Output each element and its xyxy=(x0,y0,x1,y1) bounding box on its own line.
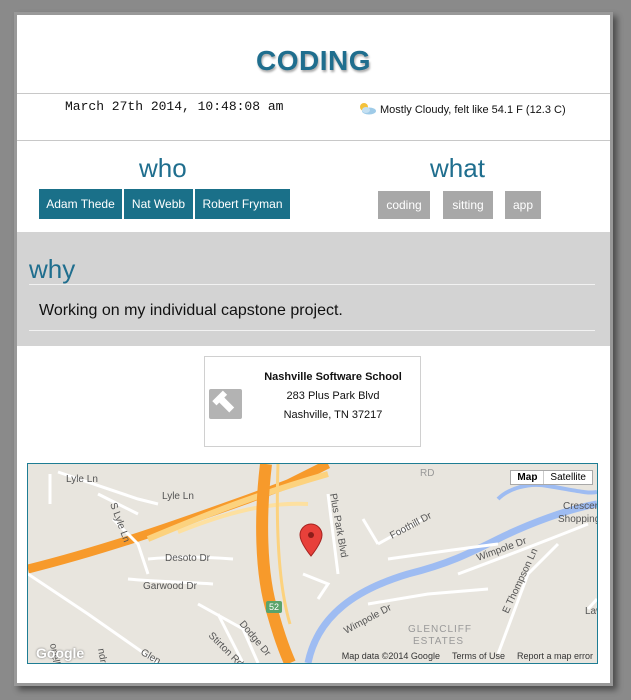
map-label-desoto-dr: Desoto Dr xyxy=(165,553,211,564)
divider xyxy=(17,93,610,94)
location-address: Nashville Software School 283 Plus Park … xyxy=(253,368,413,425)
location-card: Nashville Software School 283 Plus Park … xyxy=(204,356,421,447)
person-button[interactable]: Robert Fryman xyxy=(195,189,290,219)
why-heading: why xyxy=(29,254,76,284)
map-label-shopping-ce: Shopping Ce xyxy=(558,514,597,525)
map-label-garwood-dr: Garwood Dr xyxy=(143,581,198,592)
who-heading: who xyxy=(139,153,187,183)
map[interactable]: 52 Lyle Ln Lyle Ln S Lyle Ln Desoto Dr G… xyxy=(27,463,598,664)
location-street: 283 Plus Park Blvd xyxy=(286,390,380,402)
map-type-satellite-button[interactable]: Satellite xyxy=(544,471,592,484)
map-type-map-button[interactable]: Map xyxy=(511,471,545,484)
divider xyxy=(17,140,610,141)
map-footer: Map data ©2014 Google Terms of Use Repor… xyxy=(342,651,593,661)
tag-button[interactable]: app xyxy=(505,191,541,219)
tag-button[interactable]: coding xyxy=(378,191,430,219)
person-button[interactable]: Nat Webb xyxy=(124,189,193,219)
location-name: Nashville Software School xyxy=(264,371,402,383)
tag-button[interactable]: sitting xyxy=(443,191,493,219)
weather-text: Mostly Cloudy, felt like 54.1 F (12.3 C) xyxy=(380,103,566,116)
hammer-icon xyxy=(209,389,242,419)
checkin-card: CODING March 27th 2014, 10:48:08 am Most… xyxy=(14,12,613,686)
partly-cloudy-icon xyxy=(357,101,377,118)
map-data-text: Map data ©2014 Google xyxy=(341,651,440,661)
map-label-lyle-ln-2: Lyle Ln xyxy=(162,491,194,502)
map-label-crescent-pl: Crescent Pl xyxy=(563,501,597,512)
map-label-lyle-ln: Lyle Ln xyxy=(66,474,98,485)
map-label-rd: RD xyxy=(420,468,434,479)
page-title: CODING xyxy=(256,45,371,76)
weather: Mostly Cloudy, felt like 54.1 F (12.3 C) xyxy=(357,101,566,118)
map-label-glencliff: GLENCLIFF xyxy=(408,624,472,635)
route-shield-label: 52 xyxy=(269,602,279,612)
location-city: Nashville, TN 37217 xyxy=(283,409,383,421)
datetime: March 27th 2014, 10:48:08 am xyxy=(65,99,284,114)
why-section: why Working on my individual capstone pr… xyxy=(17,232,610,346)
map-label-estates: ESTATES xyxy=(413,636,464,647)
why-text: Working on my individual capstone projec… xyxy=(39,302,343,319)
map-type-control[interactable]: Map Satellite xyxy=(510,470,593,485)
terms-link[interactable]: Terms of Use xyxy=(452,651,505,661)
report-error-link[interactable]: Report a map error xyxy=(517,651,593,661)
person-button[interactable]: Adam Thede xyxy=(39,189,122,219)
divider xyxy=(29,330,595,331)
what-heading: what xyxy=(430,153,485,183)
google-logo[interactable]: Google xyxy=(36,645,84,661)
divider xyxy=(29,284,595,285)
map-label-law: Law xyxy=(585,606,597,617)
